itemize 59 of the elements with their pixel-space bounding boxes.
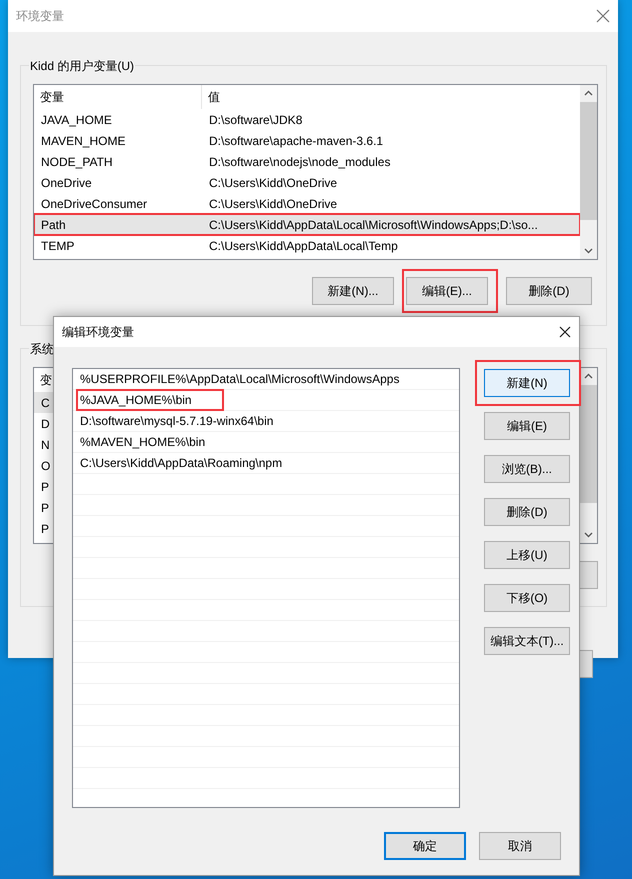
dialog-button[interactable]: 下移(O) bbox=[484, 584, 570, 612]
close-icon[interactable] bbox=[559, 326, 571, 338]
variable-name: JAVA_HOME bbox=[40, 112, 113, 126]
dialog-button[interactable]: 确定 bbox=[384, 832, 466, 860]
variable-name: NODE_PATH bbox=[40, 154, 114, 168]
variable-row[interactable]: NODE_PATH D:\software\nodejs\node_modules bbox=[34, 151, 580, 172]
path-entry[interactable]: %JAVA_HOME%\bin bbox=[73, 390, 459, 411]
path-text: %USERPROFILE%\AppData\Local\Microsoft\WindowsApps bbox=[79, 371, 400, 388]
variable-name: OneDriveConsumer bbox=[40, 196, 148, 210]
variable-value: C:\Users\Kidd\AppData\Local\Microsoft\WindowsApps;D:\so... bbox=[208, 218, 538, 232]
column-header[interactable]: 值 bbox=[202, 88, 220, 106]
dialog-title: 编辑环境变量 bbox=[62, 324, 134, 340]
dialog-button[interactable]: 上移(U) bbox=[484, 541, 570, 569]
variable-row[interactable]: MAVEN_HOME D:\software\apache-maven-3.6.1 bbox=[34, 130, 580, 151]
variable-row[interactable]: Path C:\Users\Kidd\AppData\Local\Microsoft\WindowsApps;D:\so... bbox=[34, 214, 580, 235]
dialog-button[interactable]: 编辑(E) bbox=[484, 412, 570, 440]
variable-name: Path bbox=[40, 218, 67, 232]
dialog-button[interactable]: 新建(N)... bbox=[312, 277, 394, 305]
path-text: %JAVA_HOME%\bin bbox=[78, 391, 222, 409]
dialog-button[interactable]: 编辑(E)... bbox=[406, 277, 488, 305]
scroll-down-icon[interactable] bbox=[584, 532, 593, 538]
variable-name: P bbox=[40, 500, 50, 514]
dialog-button[interactable]: 删除(D) bbox=[506, 277, 592, 305]
path-text: D:\software\mysql-5.7.19-winx64\bin bbox=[79, 413, 274, 430]
variable-name: TEMP bbox=[40, 238, 76, 252]
scrollbar[interactable] bbox=[580, 85, 597, 259]
variable-value: D:\software\nodejs\node_modules bbox=[208, 154, 390, 168]
path-entry[interactable]: %MAVEN_HOME%\bin bbox=[73, 432, 459, 453]
dialog-button[interactable]: 编辑文本(T)... bbox=[484, 627, 570, 655]
column-header[interactable]: 变量 bbox=[34, 85, 202, 109]
scroll-down-icon[interactable] bbox=[584, 248, 593, 254]
dialog-button[interactable]: 取消 bbox=[479, 832, 561, 860]
dialog-button[interactable]: 浏览(B)... bbox=[484, 455, 570, 483]
variable-row[interactable]: OneDriveConsumer C:\Users\Kidd\OneDrive bbox=[34, 193, 580, 214]
path-text: C:\Users\Kidd\AppData\Roaming\npm bbox=[79, 455, 284, 472]
path-text: %MAVEN_HOME%\bin bbox=[79, 434, 206, 451]
variable-row[interactable]: OneDrive C:\Users\Kidd\OneDrive bbox=[34, 172, 580, 193]
path-entry[interactable]: %USERPROFILE%\AppData\Local\Microsoft\WindowsApps bbox=[73, 369, 459, 390]
variable-value: D:\software\apache-maven-3.6.1 bbox=[208, 134, 384, 148]
dialog-button[interactable]: 新建(N) bbox=[484, 369, 570, 397]
variable-name: OneDrive bbox=[40, 176, 93, 190]
variable-name: P bbox=[40, 480, 50, 494]
dialog-button[interactable]: 删除(D) bbox=[484, 498, 570, 526]
group-label: Kidd 的用户变量(U) bbox=[29, 58, 136, 75]
variable-row[interactable]: TEMP C:\Users\Kidd\AppData\Local\Temp bbox=[34, 235, 580, 256]
variable-value: C:\Users\Kidd\OneDrive bbox=[208, 196, 338, 210]
variable-value: C:\Users\Kidd\AppData\Local\Temp bbox=[208, 238, 398, 252]
variable-row[interactable]: JAVA_HOME D:\software\JDK8 bbox=[34, 109, 580, 130]
variable-value: D:\software\JDK8 bbox=[208, 112, 302, 126]
scroll-up-icon[interactable] bbox=[584, 90, 593, 96]
path-entry[interactable]: C:\Users\Kidd\AppData\Roaming\npm bbox=[73, 453, 459, 474]
variable-name: P bbox=[40, 522, 50, 536]
window-title: 环境变量 bbox=[16, 8, 64, 24]
scroll-up-icon[interactable] bbox=[584, 373, 593, 379]
variable-name: MAVEN_HOME bbox=[40, 134, 126, 148]
scrollbar[interactable] bbox=[580, 368, 597, 543]
variable-name: C bbox=[40, 396, 50, 410]
path-entry[interactable]: D:\software\mysql-5.7.19-winx64\bin bbox=[73, 411, 459, 432]
variable-value: C:\Users\Kidd\OneDrive bbox=[208, 176, 338, 190]
